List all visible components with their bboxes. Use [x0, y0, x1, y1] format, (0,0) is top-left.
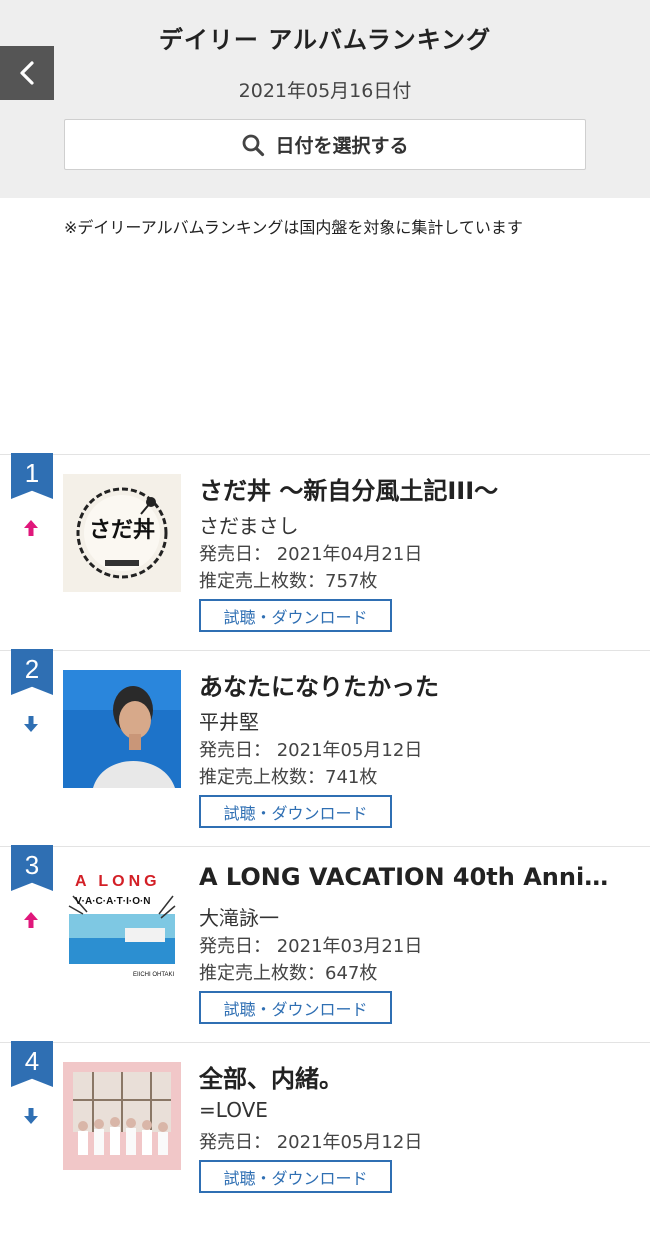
release-date: 発売日： 2021年05月12日: [199, 1132, 423, 1153]
rank-badge: 3: [11, 845, 53, 891]
svg-text:さだ丼: さだ丼: [89, 517, 155, 543]
rank-badge: 4: [11, 1041, 53, 1087]
trend-down-icon: [22, 1105, 40, 1127]
svg-text:A LONG: A LONG: [75, 873, 161, 890]
estimated-sales: 推定売上枚数：757枚: [199, 571, 378, 592]
date-select-label: 日付を選択する: [275, 135, 409, 157]
page-header: デイリー アルバムランキング 2021年05月16日付 日付を選択する: [0, 0, 650, 198]
release-date: 発売日： 2021年04月21日: [199, 544, 423, 565]
page-title: デイリー アルバムランキング: [158, 26, 492, 54]
ranking-item: 4 全部、内緒。 =LOVE 発売日： 2021年05月12日 試聴・ダウンロー…: [0, 1041, 650, 1238]
artist-name[interactable]: =LOVE: [199, 1098, 268, 1122]
trend-up-icon: [22, 909, 40, 931]
rank-badge: 2: [11, 649, 53, 695]
estimated-sales: 推定売上枚数：741枚: [199, 767, 378, 788]
ranking-item: 3 A LONG V·A·C·A·T·I·O·N EIICHI OHTAKI A…: [0, 845, 650, 1042]
ranking-note: ※デイリーアルバムランキングは国内盤を対象に集計しています: [64, 218, 523, 237]
listen-download-button[interactable]: 試聴・ダウンロード: [199, 991, 392, 1024]
album-title[interactable]: あなたになりたかった: [199, 667, 609, 702]
trend-down-icon: [22, 713, 40, 735]
estimated-sales: 推定売上枚数：647枚: [199, 963, 378, 984]
album-title[interactable]: 全部、内緒。: [199, 1059, 609, 1094]
release-date: 発売日： 2021年05月12日: [199, 740, 423, 761]
ranking-item: 1 さだ丼 さだ丼 〜新自分風土記III〜 さだまさし 発売日： 2021年04…: [0, 453, 650, 650]
search-icon: [243, 134, 265, 156]
album-cover[interactable]: A LONG V·A·C·A·T·I·O·N EIICHI OHTAKI: [63, 866, 181, 984]
listen-download-button[interactable]: 試聴・ダウンロード: [199, 795, 392, 828]
artist-name[interactable]: 平井堅: [199, 706, 259, 735]
artist-name[interactable]: 大滝詠一: [199, 902, 279, 931]
artist-name[interactable]: さだまさし: [199, 510, 299, 539]
listen-download-button[interactable]: 試聴・ダウンロード: [199, 1160, 392, 1193]
rank-badge: 1: [11, 453, 53, 499]
date-select-button[interactable]: 日付を選択する: [64, 119, 586, 170]
album-cover[interactable]: さだ丼: [63, 474, 181, 592]
ranking-item: 2 あなたになりたかった 平井堅 発売日： 2021年05月12日 推定売上枚数…: [0, 649, 650, 846]
svg-text:V·A·C·A·T·I·O·N: V·A·C·A·T·I·O·N: [75, 896, 151, 907]
album-cover[interactable]: [63, 670, 181, 788]
album-title[interactable]: さだ丼 〜新自分風土記III〜: [199, 471, 609, 506]
ranking-list: 1 さだ丼 さだ丼 〜新自分風土記III〜 さだまさし 発売日： 2021年04…: [0, 453, 650, 1238]
ranking-date: 2021年05月16日付: [238, 80, 412, 102]
listen-download-button[interactable]: 試聴・ダウンロード: [199, 599, 392, 632]
trend-up-icon: [22, 517, 40, 539]
release-date: 発売日： 2021年03月21日: [199, 936, 423, 957]
album-title[interactable]: A LONG VACATION 40th Anniver…: [199, 863, 609, 891]
svg-text:EIICHI OHTAKI: EIICHI OHTAKI: [133, 972, 175, 978]
album-cover[interactable]: [63, 1062, 181, 1180]
